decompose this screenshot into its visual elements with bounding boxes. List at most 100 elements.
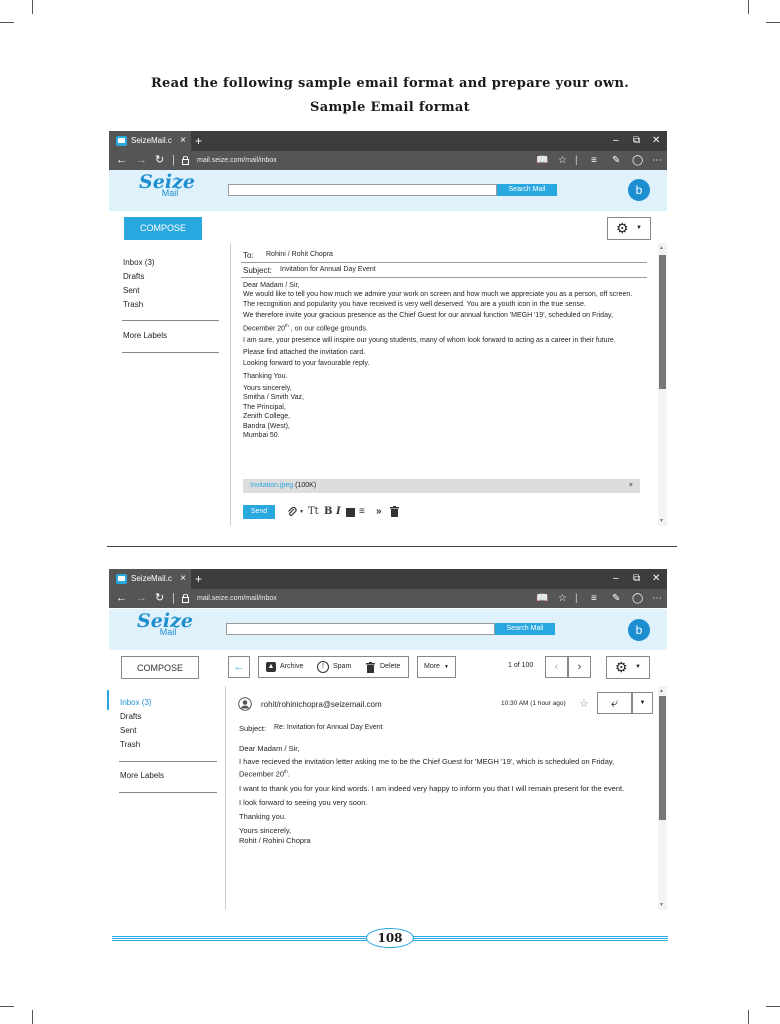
settings-button[interactable]: ⚙ ▼ — [606, 656, 650, 679]
extensions-icon[interactable]: ◯ — [632, 151, 643, 170]
divider: | — [575, 155, 578, 166]
attachment-name[interactable]: Invitation.jpeg — [250, 482, 293, 489]
chevron-down-icon: ▼ — [444, 664, 449, 670]
divider: | — [172, 154, 175, 166]
star-icon[interactable]: ☆ — [558, 151, 567, 170]
scrollbar[interactable]: ▲ ▼ — [658, 686, 667, 910]
star-icon[interactable]: ☆ — [579, 697, 589, 710]
divider — [230, 243, 231, 526]
archive-button[interactable]: Archive — [280, 657, 303, 677]
trash-icon[interactable] — [390, 506, 399, 517]
search-input[interactable] — [228, 184, 497, 196]
subject-field[interactable]: Invitation for Annual Day Event — [280, 266, 376, 273]
close-window-icon[interactable]: ✕ — [652, 131, 660, 151]
close-window-icon[interactable]: ✕ — [652, 569, 660, 589]
bold-button[interactable]: B — [324, 505, 332, 519]
crop-mark — [748, 0, 749, 14]
back-to-inbox-button[interactable]: ← — [228, 656, 250, 678]
paperclip-icon[interactable] — [287, 507, 297, 517]
attachment-chip[interactable]: Invitation.jpeg (100K) × — [243, 479, 640, 493]
hub-icon[interactable]: ≡ — [591, 151, 597, 170]
send-button[interactable]: Send — [243, 505, 275, 519]
reading-view-icon[interactable]: 📖 — [536, 589, 548, 608]
sidebar-item-trash[interactable]: Trash — [123, 298, 143, 312]
sidebar-item-trash[interactable]: Trash — [120, 738, 140, 752]
scrollbar[interactable]: ▲ ▼ — [658, 243, 667, 526]
forward-icon[interactable]: → — [136, 589, 147, 608]
note-icon[interactable]: ✎ — [612, 589, 620, 608]
sender-address[interactable]: rohit/rohinichopra@seizemail.com — [261, 700, 382, 709]
more-icon[interactable]: ⋯ — [652, 589, 662, 608]
settings-button[interactable]: ⚙ ▼ — [607, 217, 651, 240]
tab-title: SeizeMail.c — [131, 574, 172, 583]
remove-attachment-icon[interactable]: × — [629, 479, 633, 493]
search-button[interactable]: Search Mail — [495, 623, 555, 635]
to-field[interactable]: Rohini / Rohit Chopra — [266, 251, 333, 258]
text-color-icon[interactable] — [346, 508, 355, 517]
list-icon[interactable]: ≡ — [359, 505, 365, 519]
new-tab-icon[interactable]: + — [195, 131, 202, 151]
compose-button[interactable]: COMPOSE — [124, 217, 202, 240]
sidebar-item-sent[interactable]: Sent — [120, 724, 136, 738]
back-icon[interactable]: ← — [116, 151, 127, 170]
scrollbar-thumb[interactable] — [659, 255, 666, 389]
sidebar-item-drafts[interactable]: Drafts — [123, 270, 144, 284]
more-icon[interactable]: ⋯ — [652, 151, 662, 170]
tab-close-icon[interactable]: × — [180, 569, 186, 589]
star-icon[interactable]: ☆ — [558, 589, 567, 608]
chevron-down-icon[interactable]: ▼ — [299, 505, 304, 519]
refresh-icon[interactable]: ↻ — [155, 151, 164, 170]
message-time: 10:30 AM (1 hour ago) — [501, 700, 566, 707]
reply-options-button[interactable]: ▼ — [632, 692, 653, 714]
italic-button[interactable]: I — [336, 505, 341, 519]
compose-button[interactable]: COMPOSE — [121, 656, 199, 679]
sidebar-item-inbox[interactable]: Inbox (3) — [123, 256, 155, 270]
delete-button[interactable]: Delete — [380, 657, 400, 677]
extensions-icon[interactable]: ◯ — [632, 589, 643, 608]
mail-icon — [116, 574, 127, 584]
chevron-down-icon[interactable]: ▼ — [659, 518, 664, 524]
note-icon[interactable]: ✎ — [612, 151, 620, 170]
url-text[interactable]: mail.seize.com/mail/inbox — [197, 151, 277, 170]
forward-icon[interactable]: → — [136, 151, 147, 170]
browser-tab[interactable]: SeizeMail.c × — [109, 569, 191, 589]
restore-icon[interactable]: ⧉ — [633, 131, 640, 151]
chevron-up-icon[interactable]: ▲ — [659, 688, 664, 694]
sidebar-item-drafts[interactable]: Drafts — [120, 710, 141, 724]
back-icon[interactable]: ← — [116, 589, 127, 608]
refresh-icon[interactable]: ↻ — [155, 589, 164, 608]
sidebar-item-sent[interactable]: Sent — [123, 284, 139, 298]
browser-tab[interactable]: SeizeMail.c × — [109, 131, 191, 151]
divider — [241, 262, 647, 263]
paragraph: I am sure, your presence will inspire ou… — [243, 337, 616, 345]
reply-button[interactable]: ⤶ — [597, 692, 632, 714]
lock-icon — [182, 594, 189, 603]
greeting: Dear Madam / Sir, — [243, 282, 300, 289]
spam-button[interactable]: Spam — [333, 657, 351, 677]
message-body[interactable]: Dear Madam / Sir, We would like to tell … — [243, 281, 639, 440]
restore-icon[interactable]: ⧉ — [633, 569, 640, 589]
sidebar-item-inbox[interactable]: Inbox (3) — [120, 696, 152, 710]
prev-message-button[interactable]: ‹ — [545, 656, 568, 678]
sidebar-item-more-labels[interactable]: More Labels — [120, 769, 164, 783]
reading-view-icon[interactable]: 📖 — [536, 151, 548, 170]
next-message-button[interactable]: › — [568, 656, 591, 678]
search-button[interactable]: Search Mail — [497, 184, 557, 196]
font-size-button[interactable]: Tt — [308, 505, 319, 519]
hub-icon[interactable]: ≡ — [591, 589, 597, 608]
sidebar-item-more-labels[interactable]: More Labels — [123, 329, 167, 343]
chevron-down-icon[interactable]: ▼ — [659, 902, 664, 908]
scrollbar-thumb[interactable] — [659, 696, 666, 820]
url-text[interactable]: mail.seize.com/mail/inbox — [197, 589, 277, 608]
search-input[interactable] — [226, 623, 495, 635]
avatar[interactable]: b — [628, 179, 650, 201]
new-tab-icon[interactable]: + — [195, 569, 202, 589]
chevron-up-icon[interactable]: ▲ — [659, 245, 664, 251]
avatar[interactable]: b — [628, 619, 650, 641]
tab-close-icon[interactable]: × — [180, 131, 186, 151]
minimize-icon[interactable]: – — [613, 131, 619, 151]
minimize-icon[interactable]: – — [613, 569, 619, 589]
indent-icon[interactable]: » — [376, 505, 382, 519]
more-button[interactable]: More ▼ — [417, 656, 456, 678]
chevron-down-icon: ▼ — [639, 700, 646, 706]
